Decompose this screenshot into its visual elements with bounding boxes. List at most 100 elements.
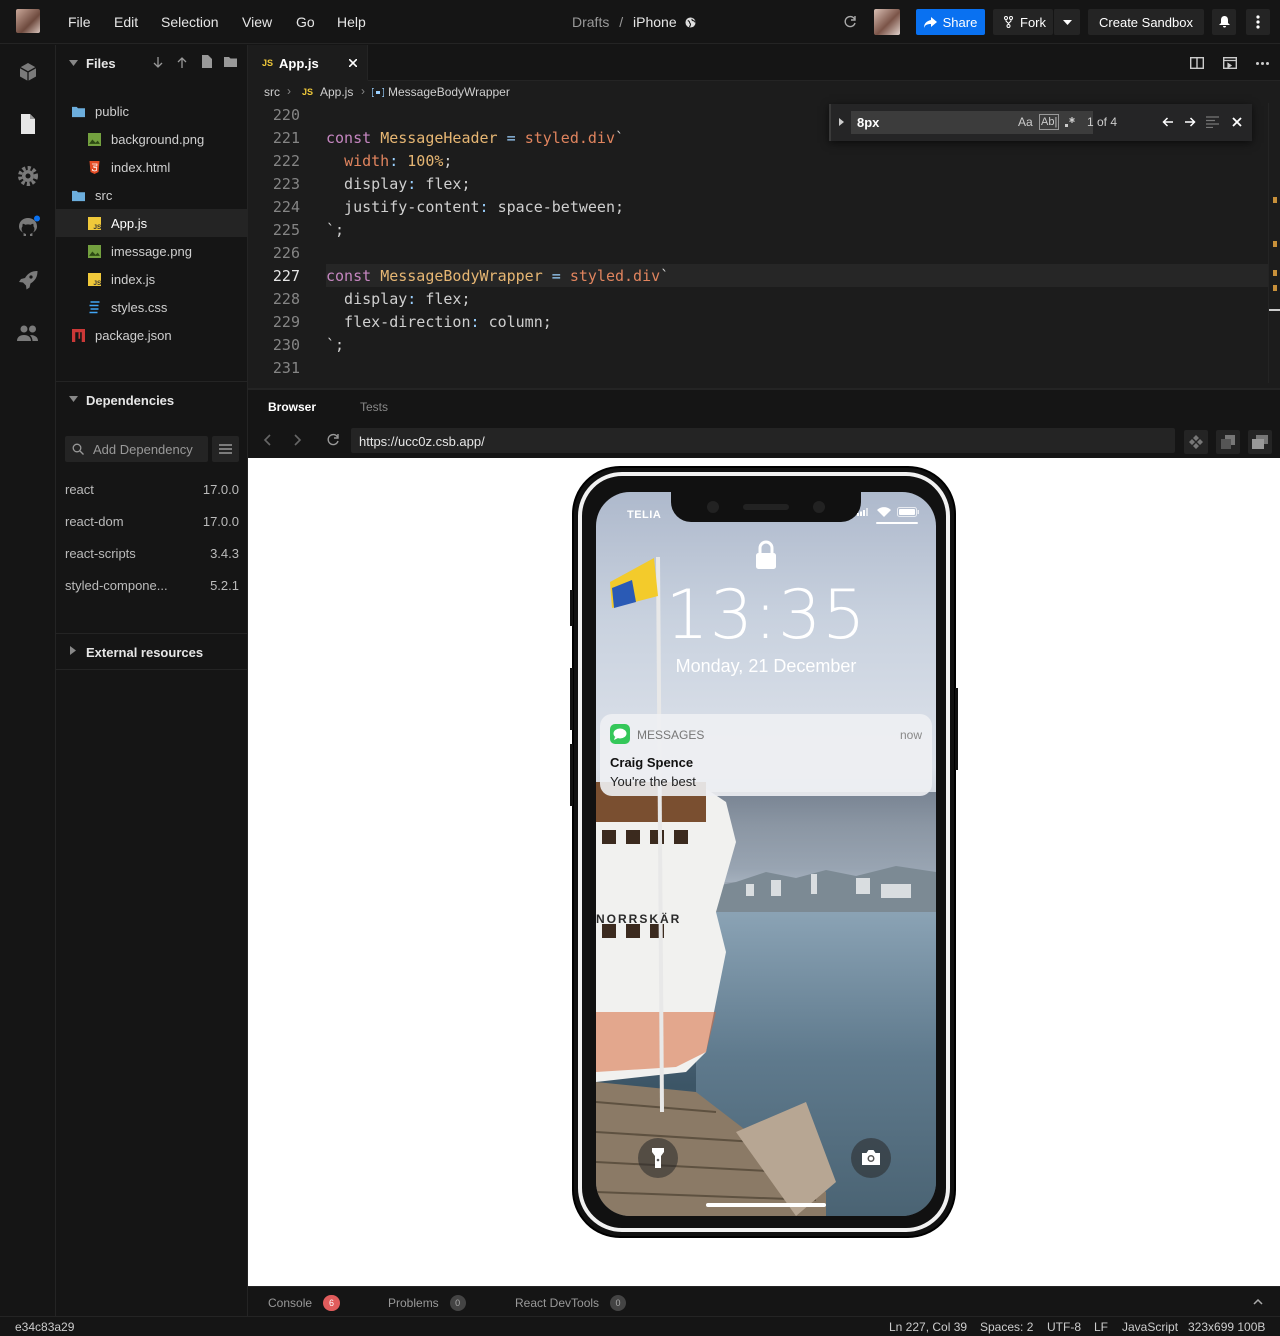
dependencies-title: Dependencies	[86, 393, 175, 408]
notifications-button[interactable]	[1212, 9, 1236, 35]
breadcrumb-symbol[interactable]: MessageBodyWrapper	[388, 85, 510, 99]
flashlight-button[interactable]	[638, 1138, 678, 1178]
editor-scrollbar[interactable]	[1268, 103, 1280, 383]
share-button[interactable]: Share	[916, 9, 985, 35]
tree-item-index-html[interactable]: index.html	[56, 153, 247, 181]
close-icon[interactable]	[349, 59, 357, 67]
sandbox-cube-icon[interactable]	[16, 60, 40, 84]
tab-app-js[interactable]: JS App.js	[248, 45, 368, 81]
toggle-replace-icon[interactable]	[839, 118, 844, 126]
user-avatar[interactable]	[16, 9, 40, 33]
dependency-react-scripts[interactable]: react-scripts 3.4.3	[65, 546, 239, 566]
tree-item-imessage-png[interactable]: imessage.png	[56, 237, 247, 265]
kebab-icon	[1256, 15, 1260, 29]
tab-console[interactable]: Console 6	[268, 1295, 341, 1311]
menu-help[interactable]: Help	[337, 14, 366, 30]
find-input[interactable]: 8px Aa Ab|	[851, 111, 1093, 134]
live-collaboration-icon[interactable]	[16, 321, 40, 345]
code-editor[interactable]: 220 221 const MessageHeader = styled.div` 2…	[248, 103, 1280, 383]
split-editor-icon[interactable]	[1190, 57, 1204, 69]
dependency-react[interactable]: react 17.0.0	[65, 482, 239, 502]
fork-dropdown-button[interactable]	[1053, 9, 1080, 35]
line-number: 229	[272, 313, 300, 331]
tree-item-app-js[interactable]: JS App.js	[56, 209, 247, 237]
download-arrow-icon[interactable]	[153, 56, 163, 69]
previous-match-icon[interactable]	[1162, 116, 1174, 128]
more-actions-icon[interactable]	[1256, 62, 1269, 65]
reload-icon[interactable]	[326, 433, 340, 447]
open-preview-icon[interactable]	[1223, 57, 1237, 69]
dependencies-section-header[interactable]: Dependencies	[56, 382, 248, 418]
menu-view[interactable]: View	[242, 14, 272, 30]
code-token: display	[326, 290, 408, 308]
match-case-icon[interactable]: Aa	[1018, 115, 1033, 129]
find-query: 8px	[857, 115, 880, 130]
tree-item-package-json[interactable]: package.json	[56, 321, 247, 349]
next-match-icon[interactable]	[1184, 116, 1196, 128]
upload-arrow-icon[interactable]	[177, 56, 187, 69]
indentation[interactable]: Spaces: 2	[980, 1320, 1033, 1334]
breadcrumb-folder[interactable]: src	[264, 85, 280, 99]
tree-item-styles-css[interactable]: styles.css	[56, 293, 247, 321]
refresh-icon[interactable]	[843, 15, 857, 29]
tree-item-src[interactable]: src	[56, 181, 247, 209]
message-notification[interactable]: MESSAGES now Craig Spence You're the bes…	[600, 714, 932, 796]
menu-selection[interactable]: Selection	[161, 14, 219, 30]
code-token: styled.div	[569, 267, 661, 285]
tab-problems[interactable]: Problems 0	[388, 1295, 466, 1311]
menu-file[interactable]: File	[68, 14, 91, 30]
dependency-list-button[interactable]	[212, 436, 239, 462]
home-indicator[interactable]	[706, 1203, 826, 1207]
github-icon[interactable]	[16, 215, 40, 239]
more-options-button[interactable]	[1246, 9, 1270, 35]
create-sandbox-button[interactable]: Create Sandbox	[1088, 9, 1204, 35]
forward-arrow-icon[interactable]	[294, 434, 302, 446]
sandbox-view-button[interactable]	[1184, 430, 1208, 454]
dependency-react-dom[interactable]: react-dom 17.0.0	[65, 514, 239, 534]
dependency-styled-components[interactable]: styled-compone... 5.2.1	[65, 578, 239, 598]
breadcrumb-drafts[interactable]: Drafts	[572, 14, 609, 30]
project-view-button[interactable]	[1248, 430, 1272, 454]
deploy-rocket-icon[interactable]	[16, 268, 40, 292]
tree-item-index-js[interactable]: JS index.js	[56, 265, 247, 293]
regex-icon[interactable]	[1064, 116, 1076, 128]
collaborator-avatar[interactable]	[874, 9, 900, 35]
language-mode[interactable]: JavaScript	[1122, 1320, 1178, 1334]
new-file-icon[interactable]	[201, 55, 212, 68]
code-token: styled.div	[524, 129, 615, 147]
sandbox-title[interactable]: iPhone	[633, 14, 677, 30]
chevron-up-icon[interactable]	[1253, 1299, 1263, 1305]
match-whole-word-icon[interactable]: Ab|	[1039, 114, 1060, 130]
tab-react-devtools[interactable]: React DevTools 0	[515, 1295, 627, 1311]
tab-tests[interactable]: Tests	[360, 400, 388, 414]
close-icon[interactable]	[1232, 117, 1242, 127]
fork-button[interactable]: Fork	[993, 9, 1053, 35]
tab-browser[interactable]: Browser	[268, 400, 316, 414]
files-section-header[interactable]: Files	[56, 45, 248, 81]
tree-item-public[interactable]: public	[56, 97, 247, 125]
find-in-selection-icon[interactable]	[1206, 116, 1219, 128]
line-ending[interactable]: LF	[1094, 1320, 1108, 1334]
new-folder-icon[interactable]	[224, 56, 237, 67]
camera-button[interactable]	[851, 1138, 891, 1178]
code-token: space-between;	[497, 198, 625, 216]
breadcrumb-file[interactable]: App.js	[320, 85, 353, 99]
cursor-position[interactable]: Ln 227, Col 39	[889, 1320, 967, 1334]
code-token: :	[479, 198, 498, 216]
encoding[interactable]: UTF-8	[1047, 1320, 1081, 1334]
url-input[interactable]: https://ucc0z.csb.app/	[351, 428, 1175, 453]
breadcrumb-separator: /	[619, 14, 624, 30]
line-content: flex-direction: column;	[326, 311, 552, 334]
open-new-window-button[interactable]	[1216, 430, 1240, 454]
add-dependency-input[interactable]: Add Dependency	[65, 436, 208, 462]
back-arrow-icon[interactable]	[263, 434, 271, 446]
tree-item-label: index.js	[111, 271, 156, 287]
line-number: 231	[272, 359, 300, 377]
menu-edit[interactable]: Edit	[114, 14, 138, 30]
menu-go[interactable]: Go	[296, 14, 315, 30]
tree-item-background-png[interactable]: background.png	[56, 125, 247, 153]
code-token: const	[326, 129, 381, 147]
gear-icon[interactable]	[16, 164, 40, 188]
file-explorer-icon[interactable]	[16, 112, 40, 136]
external-resources-header[interactable]: External resources	[56, 634, 248, 670]
